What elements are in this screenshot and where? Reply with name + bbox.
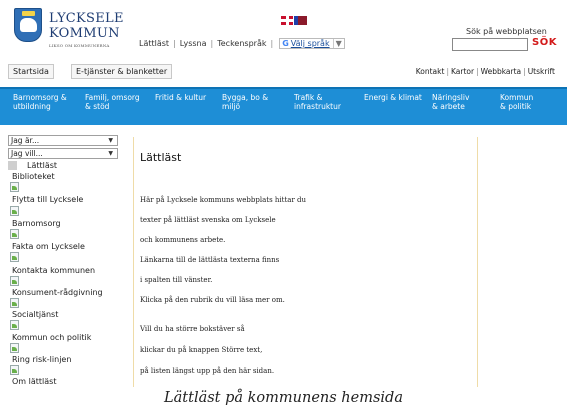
sidebar-item-fakta[interactable]: Fakta om Lycksele [12,242,85,251]
link-lattlast[interactable]: Lättläst [139,39,169,48]
nav-label: Kommun [500,93,534,102]
search-button[interactable]: SÖK [532,37,557,48]
broken-image-icon [10,182,19,192]
body-text-line: klickar du på knappen Större text, [140,346,263,354]
sidebar-item-kommun-politik[interactable]: Kommun och politik [12,333,91,342]
municipality-logo-shield[interactable] [14,8,42,42]
search-label: Sök på webbplatsen [466,27,547,36]
nav-item-barnomsorg[interactable]: Barnomsorg & utbildning [13,93,67,111]
language-flags[interactable] [281,16,307,25]
search-input[interactable] [452,38,528,51]
nav-label: & arbete [432,102,465,111]
sidebar-item-barnomsorg[interactable]: Barnomsorg [12,219,61,228]
body-text-line: Här på Lycksele kommuns webbplats hittar… [140,196,307,204]
body-text-line: Vill du ha större bokstäver så [140,325,245,333]
broken-image-icon [10,229,19,239]
sidebar-item-konsument[interactable]: Konsument-rådgivning [12,288,103,297]
utility-links: Kontakt | Kartor | Webbkarta | Utskrift [416,67,555,76]
sidebar-item-kontakta[interactable]: Kontakta kommunen [12,266,95,275]
nav-item-bygga[interactable]: Bygga, bo & miljö [222,93,268,111]
broken-image-icon [10,252,19,262]
current-page-marker [8,161,17,170]
nav-label: Familj, omsorg [85,93,140,102]
select-jag-vill[interactable]: Jag vill... ▼ [8,148,118,159]
brand-name-line2: KOMMUN [49,26,120,41]
nav-item-fritid[interactable]: Fritid & kultur [155,93,206,102]
body-text-line: Länkarna till de lättlästa texterna finn… [140,256,280,264]
link-teckensprak[interactable]: Teckenspråk [217,39,266,48]
nav-label: Trafik & [294,93,323,102]
broken-image-icon [10,276,19,286]
nav-label: Fritid & kultur [155,93,207,102]
separator: | [270,39,274,48]
top-links: Lättläst | Lyssna | Teckenspråk | G Välj språk ▼ [139,38,345,49]
link-kartor[interactable]: Kartor [451,67,474,76]
broken-image-icon [10,343,19,353]
separator: | [476,67,479,76]
link-kontakt[interactable]: Kontakt [416,67,445,76]
translate-label[interactable]: Välj språk [291,39,330,48]
chevron-down-icon: ▼ [108,150,113,157]
nav-item-energi[interactable]: Energi & klimat [364,93,422,102]
nav-label: Näringsliv [432,93,470,102]
google-translate-widget[interactable]: G Välj språk ▼ [279,38,345,49]
nav-label: & politik [500,102,532,111]
link-webbkarta[interactable]: Webbkarta [481,67,522,76]
nav-item-familj[interactable]: Familj, omsorg & stöd [85,93,140,111]
body-text-line: texter på lättläst svenska om Lycksele [140,216,276,224]
broken-image-icon [10,320,19,330]
sidebar-current-page[interactable]: Lättläst [27,161,57,170]
nav-item-naringsliv[interactable]: Näringsliv & arbete [432,93,469,111]
select-jag-ar[interactable]: Jag är... ▼ [8,135,118,146]
select-value: Jag är... [11,136,40,145]
separator: | [523,67,526,76]
nav-label: Energi & klimat [364,93,422,102]
nav-item-trafik[interactable]: Trafik & infrastruktur [294,93,341,111]
nav-label: miljö [222,102,241,111]
sidebar-item-socialtjanst[interactable]: Socialtjänst [12,310,58,319]
link-lyssna[interactable]: Lyssna [180,39,207,48]
body-text-line: på listen längst upp på den här sidan. [140,367,275,375]
nav-label: infrastruktur [294,102,341,111]
chevron-down-icon[interactable]: ▼ [332,39,342,48]
tab-startsida[interactable]: Startsida [8,64,54,79]
sidebar-item-risk-linjen[interactable]: Ring risk-linjen [12,355,71,364]
coat-of-arms-animal [20,18,37,32]
broken-image-icon [10,365,19,375]
nav-label: utbildning [13,102,51,111]
crown-shape [22,11,35,16]
separator: | [210,39,214,48]
chevron-down-icon: ▼ [108,137,113,144]
broken-image-icon [10,298,19,308]
sidebar-item-flytta[interactable]: Flytta till Lycksele [12,195,83,204]
page-title: Lättläst [140,151,182,164]
nav-label: Bygga, bo & [222,93,269,102]
tab-e-tjanster[interactable]: E-tjänster & blanketter [71,64,173,79]
separator: | [446,67,449,76]
nav-label: Barnomsorg & [13,93,67,102]
language-flag-icon[interactable] [294,16,307,25]
google-translate-icon: G [282,39,289,48]
nav-item-kommun[interactable]: Kommun & politik [500,93,533,111]
sidebar-item-om-lattlast[interactable]: Om lättläst [12,377,56,386]
select-value: Jag vill... [11,149,43,158]
main-navigation: Barnomsorg & utbildning Familj, omsorg & s… [0,87,567,125]
uk-flag-icon[interactable] [281,16,293,25]
sidebar-item-biblioteket[interactable]: Biblioteket [12,172,55,181]
link-utskrift[interactable]: Utskrift [528,67,555,76]
brand-name-line1: LYCKSELE [49,11,124,26]
body-text-line: i spalten till vänster. [140,276,213,284]
nav-label: & stöd [85,102,110,111]
broken-image-icon [10,206,19,216]
image-caption: Lättläst på kommunens hemsida [164,390,403,406]
body-text-line: Klicka på den rubrik du vill läsa mer om… [140,296,285,304]
body-text-line: och kommunens arbete. [140,236,226,244]
separator: | [173,39,176,48]
brand-subtitle: LIKSO OM KOMMUNERNA [49,43,110,48]
